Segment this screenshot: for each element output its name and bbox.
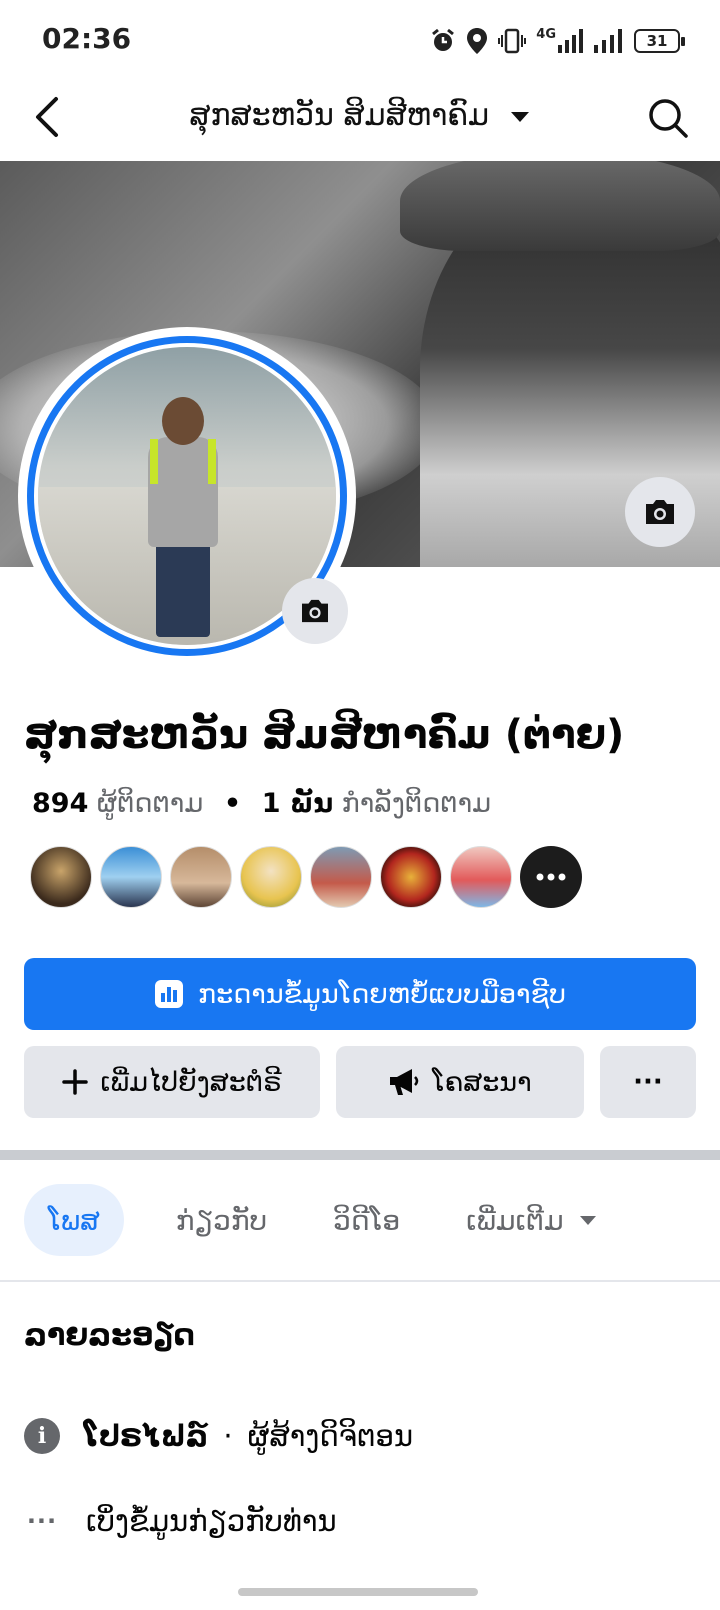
about-link-label: ເບິ່ງຂໍ້ມູນກ່ຽວກັບທ່ານ bbox=[86, 1504, 337, 1538]
promote-button[interactable]: ໂຄສະນາ bbox=[336, 1046, 584, 1118]
dashboard-label: ກະດານຂໍ້ມູນໂດຍຫຍໍ້ແບບມືອາຊີບ bbox=[198, 978, 566, 1010]
battery-icon: 31 bbox=[634, 29, 685, 53]
ellipsis-icon: ··· bbox=[26, 1507, 58, 1535]
profile-stats: 894 ຜູ້ຕິດຕາມ • 1 ພັນ ກໍາລັງຕິດຕາມ bbox=[32, 788, 491, 819]
search-icon bbox=[649, 99, 688, 138]
friend-avatar[interactable] bbox=[100, 846, 162, 908]
add-to-story-label: ເພີ່ມໄປຍັງສະຕໍຣີ bbox=[100, 1066, 282, 1098]
profile-type: ໂປຣໄຟລ໌ bbox=[84, 1419, 209, 1453]
chevron-down-icon bbox=[579, 1216, 596, 1225]
details-heading: ລາຍລະອຽດ bbox=[24, 1318, 195, 1353]
signal-icon bbox=[594, 29, 622, 53]
profile-type-text: ໂປຣໄຟລ໌ · ຜູ້ສ້າງດິຈິຕອນ bbox=[84, 1419, 413, 1453]
search-button[interactable] bbox=[646, 96, 690, 140]
signal-icon bbox=[558, 29, 583, 53]
battery-level: 31 bbox=[646, 32, 668, 50]
avatar-figure-head bbox=[162, 397, 204, 445]
profile-type-row: i ໂປຣໄຟລ໌ · ຜູ້ສ້າງດິຈິຕອນ bbox=[24, 1412, 413, 1460]
megaphone-icon bbox=[390, 1069, 419, 1095]
professional-dashboard-button[interactable]: ກະດານຂໍ້ມູນໂດຍຫຍໍ້ແບບມືອາຊີບ bbox=[24, 958, 696, 1030]
profile-category: ຜູ້ສ້າງດິຈິຕອນ bbox=[247, 1419, 414, 1453]
cover-cap bbox=[400, 161, 720, 251]
tab-more-label: ເພີ່ມເຕີມ bbox=[466, 1203, 564, 1237]
avatar-figure-vest bbox=[150, 439, 216, 484]
dropdown-caret-icon bbox=[510, 111, 529, 122]
profile-name: ສຸກສະຫວັນ ສິມສີຫາຄົມ (ຕ່າຍ) bbox=[24, 712, 625, 758]
tab-videos[interactable]: ວິດີໂອ bbox=[319, 1184, 414, 1256]
camera-icon bbox=[302, 599, 328, 623]
friend-avatar[interactable] bbox=[450, 846, 512, 908]
ellipsis-icon bbox=[536, 873, 566, 881]
following-count[interactable]: 1 ພັນ bbox=[262, 788, 333, 819]
friend-avatar[interactable] bbox=[240, 846, 302, 908]
friend-avatar[interactable] bbox=[380, 846, 442, 908]
tabs-divider bbox=[0, 1280, 720, 1282]
following-label[interactable]: ກໍາລັງຕິດຕາມ bbox=[342, 788, 491, 819]
tab-about-label: ກ່ຽວກັບ bbox=[175, 1203, 268, 1237]
profile-type-dot: · bbox=[223, 1419, 233, 1453]
tab-posts-label: ໂພສ bbox=[48, 1203, 100, 1237]
profile-tabs: ໂພສ ກ່ຽວກັບ ວິດີໂອ ເພີ່ມເຕີມ bbox=[24, 1184, 612, 1256]
status-time: 02:36 bbox=[42, 22, 132, 55]
tab-about[interactable]: ກ່ຽວກັບ bbox=[162, 1184, 281, 1256]
tab-posts[interactable]: ໂພສ bbox=[24, 1184, 124, 1256]
header-title: ສຸກສະຫວັນ ສິມສີຫາຄົມ bbox=[189, 98, 490, 133]
see-about-info-link[interactable]: ··· ເບິ່ງຂໍ້ມູນກ່ຽວກັບທ່ານ bbox=[24, 1497, 337, 1545]
info-icon: i bbox=[24, 1418, 60, 1454]
section-divider bbox=[0, 1150, 720, 1160]
friend-avatar[interactable] bbox=[310, 846, 372, 908]
dashboard-chart-icon bbox=[155, 980, 184, 1008]
edit-profile-picture-button[interactable] bbox=[282, 578, 348, 644]
add-to-story-button[interactable]: ເພີ່ມໄປຍັງສະຕໍຣີ bbox=[24, 1046, 320, 1118]
more-options-icon: ··· bbox=[633, 1067, 663, 1097]
location-icon bbox=[467, 28, 488, 54]
promote-label: ໂຄສະນາ bbox=[432, 1066, 532, 1098]
stats-separator: • bbox=[223, 788, 242, 819]
alarm-icon bbox=[432, 28, 455, 51]
tab-videos-label: ວິດີໂອ bbox=[333, 1203, 401, 1237]
plus-icon bbox=[62, 1069, 89, 1095]
status-icons: 4G 31 bbox=[430, 26, 685, 56]
edit-cover-button[interactable] bbox=[625, 477, 695, 547]
followers-count[interactable]: 894 bbox=[32, 788, 88, 819]
followers-label[interactable]: ຜູ້ຕິດຕາມ bbox=[97, 788, 203, 819]
tab-more[interactable]: ເພີ່ມເຕີມ bbox=[452, 1184, 611, 1256]
home-indicator[interactable] bbox=[238, 1588, 478, 1596]
network-type: 4G bbox=[536, 27, 584, 53]
more-friends-button[interactable] bbox=[520, 846, 582, 908]
friend-avatar[interactable] bbox=[170, 846, 232, 908]
vibrate-icon bbox=[498, 28, 527, 54]
avatar-figure-legs bbox=[156, 542, 210, 637]
network-type-label: 4G bbox=[536, 27, 556, 42]
header-title-button[interactable]: ສຸກສະຫວັນ ສິມສີຫາຄົມ bbox=[0, 98, 720, 133]
friend-avatar[interactable] bbox=[30, 846, 92, 908]
more-options-button[interactable]: ··· bbox=[600, 1046, 696, 1118]
friends-avatars[interactable] bbox=[30, 846, 582, 910]
camera-icon bbox=[646, 500, 674, 524]
